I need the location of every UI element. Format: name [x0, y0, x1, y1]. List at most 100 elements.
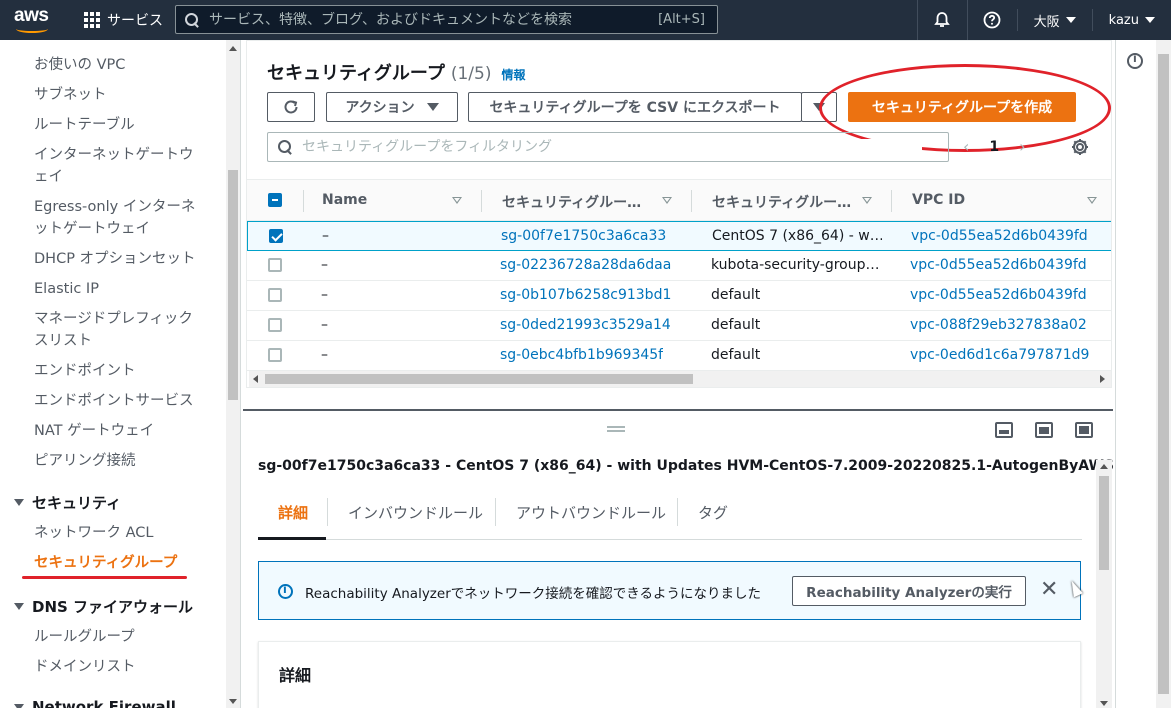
column-header-sg-name[interactable]: セキュリティグルー…	[712, 192, 851, 212]
scrollbar-thumb[interactable]	[1099, 476, 1109, 570]
cell-sg-id[interactable]: sg-0ebc4bfb1b969345f	[500, 347, 663, 363]
split-panel-divider[interactable]	[243, 409, 1113, 411]
panel-bottom-small-icon[interactable]	[995, 422, 1013, 438]
page-number[interactable]: 1	[989, 139, 999, 155]
sort-icon[interactable]	[662, 197, 672, 204]
cell-name: –	[321, 257, 328, 273]
refresh-button[interactable]	[267, 92, 315, 122]
scroll-right-icon[interactable]	[1100, 375, 1105, 383]
panel-full-icon[interactable]	[1075, 422, 1093, 438]
column-header-sg-id[interactable]: セキュリティグルー…	[502, 192, 641, 212]
cell-sg-id[interactable]: sg-0b107b6258c913bd1	[500, 287, 671, 303]
sidebar-item-managed-prefix-lists[interactable]: マネージドプレフィックスリスト	[34, 308, 204, 352]
sidebar-item-peering[interactable]: ピアリング接続	[34, 450, 204, 472]
sidebar-item-domain-lists[interactable]: ドメインリスト	[34, 656, 204, 678]
help-button[interactable]	[966, 0, 1017, 40]
region-selector[interactable]: 大阪	[1018, 0, 1092, 40]
cell-vpc-id[interactable]: vpc-0d55ea52d6b0439fd	[910, 287, 1087, 303]
scroll-up-icon[interactable]	[1100, 464, 1108, 469]
security-groups-table-panel: セキュリティグループ (1/5) 情報 アクション セキュリティグループを CS…	[246, 40, 1112, 388]
table-row[interactable]: – sg-02236728a28da6daa kubota-security-g…	[247, 251, 1111, 281]
sidebar-section-security[interactable]: セキュリティ	[14, 492, 121, 513]
drag-handle-icon[interactable]	[607, 426, 625, 432]
scrollbar-thumb[interactable]	[265, 374, 693, 384]
scrollbar-thumb[interactable]	[1158, 54, 1169, 694]
cell-sg-id[interactable]: sg-02236728a28da6daa	[500, 257, 671, 273]
row-checkbox[interactable]	[269, 229, 283, 243]
scroll-up-icon[interactable]	[229, 46, 237, 51]
details-container: 詳細	[258, 641, 1081, 708]
sidebar-item-network-acl[interactable]: ネットワーク ACL	[34, 522, 204, 544]
scroll-down-icon[interactable]	[1100, 701, 1108, 706]
sidebar-item-endpoints[interactable]: エンドポイント	[34, 360, 204, 382]
export-csv-button[interactable]: セキュリティグループを CSV にエクスポート	[468, 92, 802, 122]
row-checkbox[interactable]	[268, 318, 282, 332]
info-icon[interactable]	[1127, 52, 1143, 69]
sidebar-scrollbar[interactable]	[226, 40, 240, 708]
table-horizontal-scrollbar[interactable]	[249, 371, 1111, 387]
sidebar-item-endpoint-services[interactable]: エンドポイントサービス	[34, 390, 204, 412]
sort-icon[interactable]	[862, 197, 872, 204]
gear-icon[interactable]	[1070, 137, 1090, 157]
tab-details[interactable]: 詳細	[278, 502, 308, 523]
notifications-button[interactable]	[916, 0, 967, 40]
annotation-underline	[22, 576, 187, 579]
cell-vpc-id[interactable]: vpc-088f29eb327838a02	[910, 317, 1087, 333]
sidebar-item-egress-only-igw[interactable]: Egress-only インターネットゲートウェイ	[34, 196, 204, 240]
global-search-input[interactable]	[209, 11, 639, 28]
row-checkbox[interactable]	[268, 288, 282, 302]
column-header-vpc-id[interactable]: VPC ID	[912, 192, 965, 208]
select-all-checkbox[interactable]	[268, 193, 282, 207]
sidebar-item-nat-gateways[interactable]: NAT ゲートウェイ	[34, 420, 204, 442]
tab-inbound-rules[interactable]: インバウンドルール	[348, 502, 483, 523]
sidebar-section-dns-firewall[interactable]: DNS ファイアウォール	[14, 596, 193, 617]
table-row[interactable]: – sg-0ebc4bfb1b969345f default vpc-0ed6d…	[247, 341, 1111, 371]
chevron-right-icon[interactable]: ›	[1019, 137, 1025, 156]
table-row[interactable]: – sg-0ded21993c3529a14 default vpc-088f2…	[247, 311, 1111, 341]
sidebar-item-route-tables[interactable]: ルートテーブル	[34, 114, 204, 136]
info-link[interactable]: 情報	[501, 66, 525, 83]
sidebar-item-dhcp-options[interactable]: DHCP オプションセット	[34, 248, 204, 270]
sidebar-item-subnets[interactable]: サブネット	[34, 84, 204, 106]
sidebar-item-security-groups[interactable]: セキュリティグループ	[34, 552, 204, 574]
page-scrollbar[interactable]	[1156, 40, 1171, 708]
sidebar-item-rule-groups[interactable]: ルールグループ	[34, 626, 204, 648]
close-icon[interactable]: ✕	[1040, 578, 1058, 602]
aws-logo[interactable]: aws	[14, 0, 74, 40]
table-row[interactable]: – sg-0b107b6258c913bd1 default vpc-0d55e…	[247, 281, 1111, 311]
sidebar-item-elastic-ip[interactable]: Elastic IP	[34, 278, 204, 300]
panel-bottom-half-icon[interactable]	[1035, 422, 1053, 438]
cell-vpc-id[interactable]: vpc-0ed6d1c6a797871d9	[910, 347, 1089, 363]
alert-message: Reachability Analyzerでネットワーク接続を確認できるようにな…	[305, 586, 761, 602]
sort-icon[interactable]	[452, 197, 462, 204]
filter-box[interactable]	[267, 132, 949, 162]
sort-icon[interactable]	[1087, 197, 1097, 204]
services-menu-button[interactable]: サービス	[84, 0, 163, 40]
scrollbar-thumb[interactable]	[228, 170, 238, 400]
tab-outbound-rules[interactable]: アウトバウンドルール	[516, 502, 666, 523]
run-reachability-analyzer-button[interactable]: Reachability Analyzerの実行	[792, 576, 1026, 606]
cell-vpc-id[interactable]: vpc-0d55ea52d6b0439fd	[910, 257, 1087, 273]
column-header-name[interactable]: Name	[322, 192, 367, 208]
row-checkbox[interactable]	[268, 258, 282, 272]
aws-smile-icon	[16, 25, 48, 33]
global-search[interactable]: [Alt+S]	[175, 5, 718, 34]
cell-sg-id[interactable]: sg-0ded21993c3529a14	[500, 317, 671, 333]
cell-vpc-id[interactable]: vpc-0d55ea52d6b0439fd	[911, 228, 1088, 244]
filter-input[interactable]	[302, 139, 922, 155]
help-panel-strip	[1115, 40, 1171, 708]
scroll-left-icon[interactable]	[253, 375, 258, 383]
scroll-down-icon[interactable]	[229, 699, 237, 704]
cell-sg-name: CentOS 7 (x86_64) - w…	[712, 228, 882, 244]
actions-dropdown-button[interactable]: アクション	[326, 92, 458, 122]
sidebar-section-network-firewall[interactable]: Network Firewall	[14, 698, 176, 708]
sidebar-item-your-vpcs[interactable]: お使いの VPC	[34, 54, 204, 76]
table-row[interactable]: – sg-00f7e1750c3a6ca33 CentOS 7 (x86_64)…	[247, 221, 1111, 251]
sidebar-item-internet-gateways[interactable]: インターネットゲートウェイ	[34, 144, 204, 188]
account-menu[interactable]: kazu	[1093, 0, 1171, 40]
detail-vertical-scrollbar[interactable]	[1096, 460, 1112, 708]
tab-tags[interactable]: タグ	[698, 502, 728, 523]
row-checkbox[interactable]	[268, 348, 282, 362]
cell-sg-id[interactable]: sg-00f7e1750c3a6ca33	[501, 228, 666, 244]
chevron-left-icon[interactable]: ‹	[963, 137, 969, 156]
